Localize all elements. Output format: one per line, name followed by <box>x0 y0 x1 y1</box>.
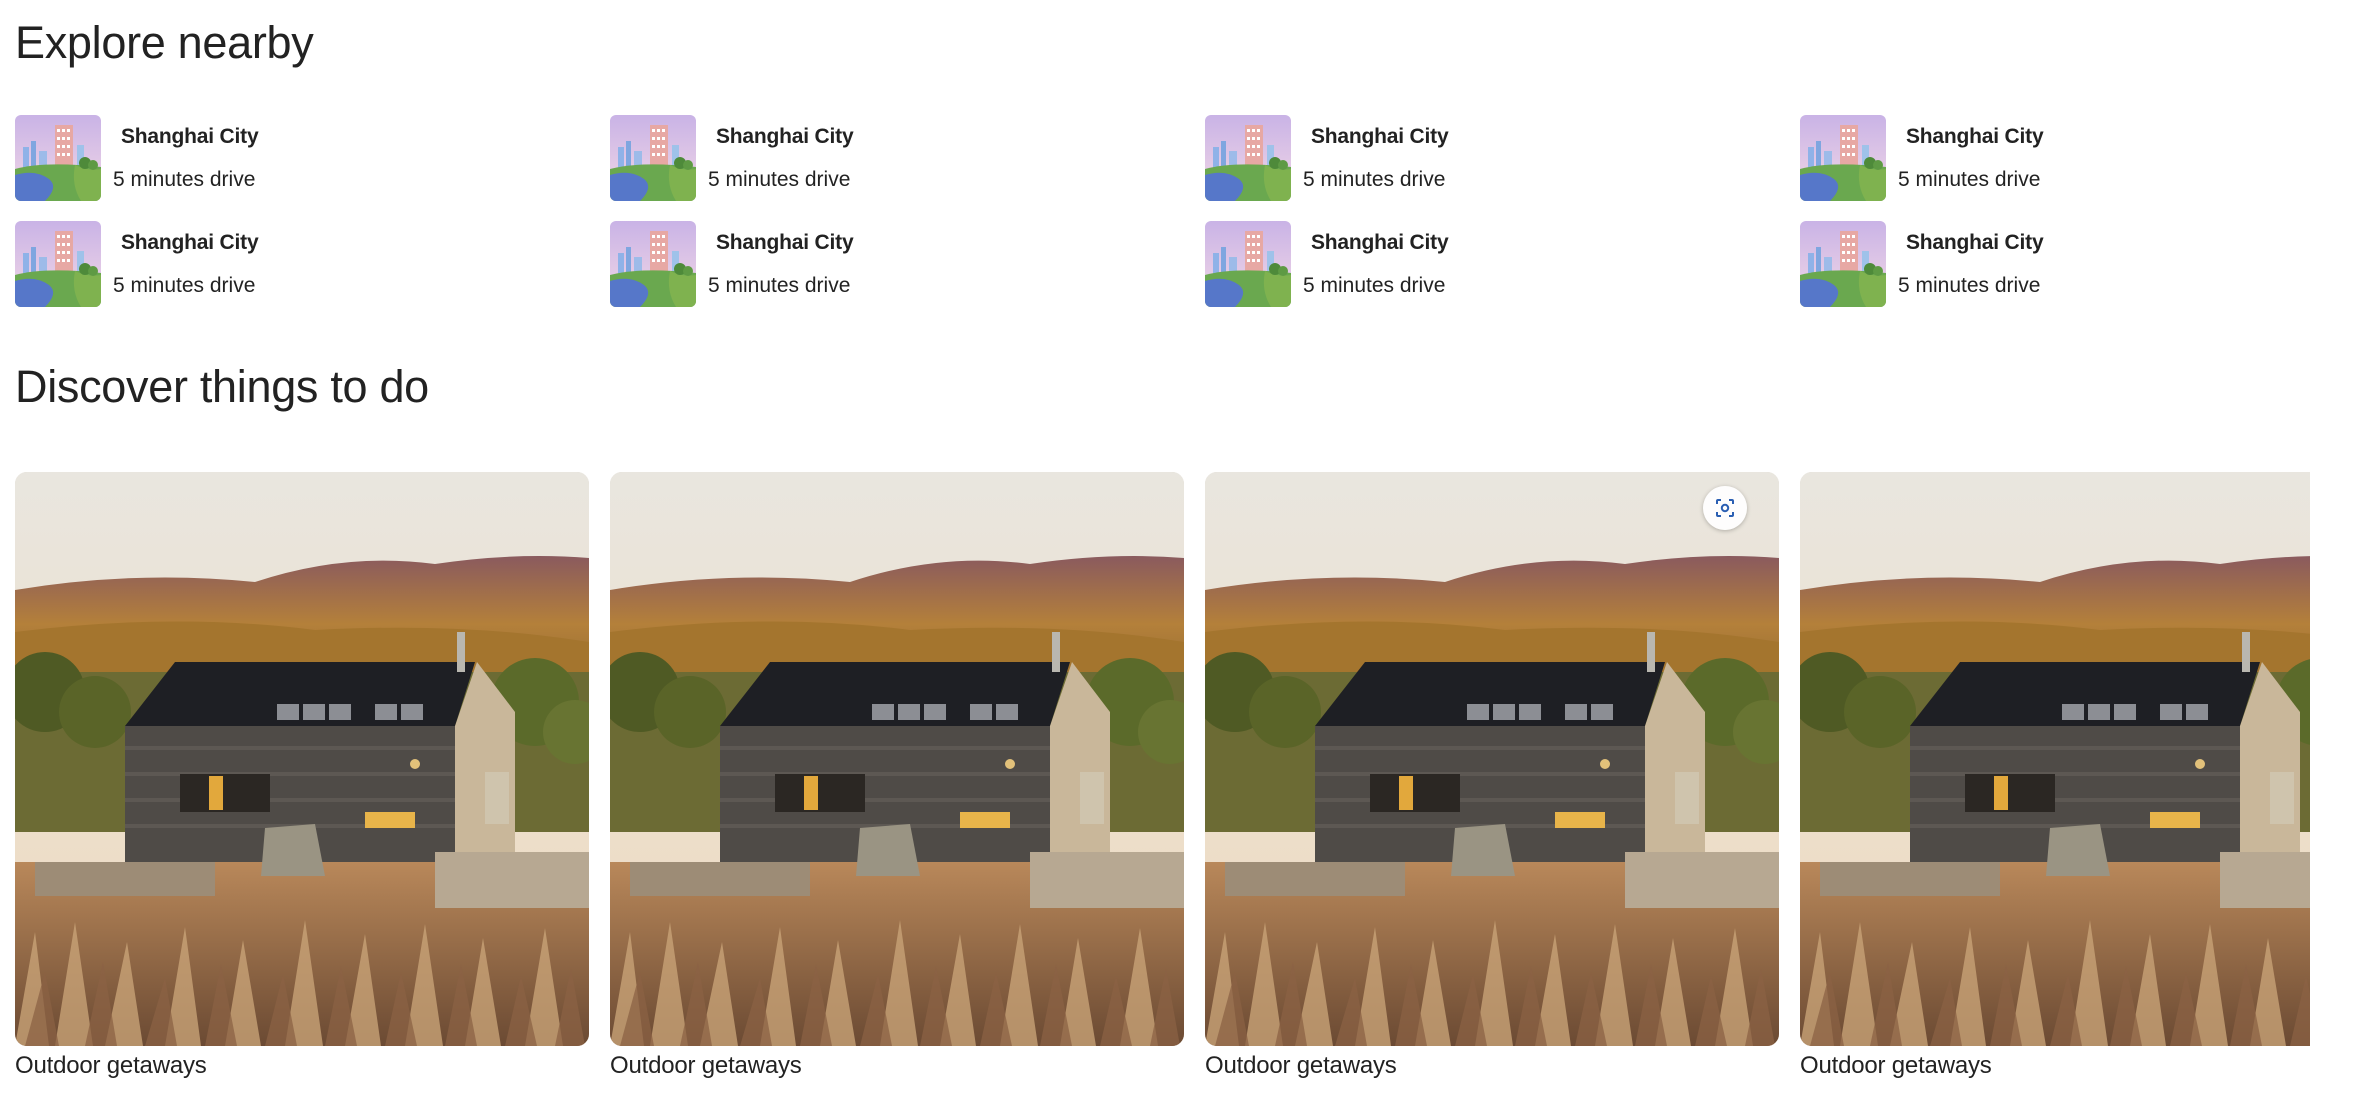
nearby-item[interactable]: Shanghai City 5 minutes drive <box>1800 221 2360 307</box>
city-thumbnail <box>610 221 696 307</box>
discover-cards-row: Outdoor getaways Outdoor getaways Outdoo… <box>15 472 2315 1093</box>
nearby-drive-time: 5 minutes drive <box>1303 274 1446 297</box>
card-image <box>15 472 589 1046</box>
nearby-drive-time: 5 minutes drive <box>1898 274 2041 297</box>
nearby-city-name: Shanghai City <box>121 125 259 148</box>
nearby-city-name: Shanghai City <box>1906 125 2044 148</box>
explore-nearby-heading: Explore nearby <box>15 17 314 68</box>
explore-nearby-grid: Shanghai City 5 minutes drive Shanghai C… <box>15 115 2355 307</box>
nearby-item[interactable]: Shanghai City 5 minutes drive <box>15 221 575 307</box>
nearby-item[interactable]: Shanghai City 5 minutes drive <box>610 115 1170 201</box>
nearby-drive-time: 5 minutes drive <box>113 274 256 297</box>
experience-card[interactable]: Outdoor getaways <box>1205 472 1779 1093</box>
card-caption: Outdoor getaways <box>1205 1052 1397 1079</box>
experience-card[interactable]: Outdoor getaways <box>15 472 589 1093</box>
experience-card[interactable]: Outdoor getaways <box>610 472 1184 1093</box>
nearby-city-name: Shanghai City <box>716 125 854 148</box>
nearby-drive-time: 5 minutes drive <box>113 168 256 191</box>
nearby-item[interactable]: Shanghai City 5 minutes drive <box>1205 221 1765 307</box>
nearby-city-name: Shanghai City <box>1311 125 1449 148</box>
card-image <box>1800 472 2310 1046</box>
city-thumbnail <box>1205 221 1291 307</box>
nearby-item[interactable]: Shanghai City 5 minutes drive <box>1800 115 2360 201</box>
nearby-drive-time: 5 minutes drive <box>708 168 851 191</box>
city-thumbnail <box>1800 221 1886 307</box>
card-image <box>1205 472 1779 1046</box>
card-caption: Outdoor getaways <box>1800 1052 1992 1079</box>
nearby-drive-time: 5 minutes drive <box>1898 168 2041 191</box>
nearby-city-name: Shanghai City <box>121 231 259 254</box>
city-thumbnail <box>1205 115 1291 201</box>
nearby-drive-time: 5 minutes drive <box>1303 168 1446 191</box>
nearby-drive-time: 5 minutes drive <box>708 274 851 297</box>
card-caption: Outdoor getaways <box>15 1052 207 1079</box>
nearby-city-name: Shanghai City <box>1906 231 2044 254</box>
nearby-city-name: Shanghai City <box>716 231 854 254</box>
lens-icon <box>1713 496 1737 520</box>
visual-search-button[interactable] <box>1703 486 1747 530</box>
card-image <box>610 472 1184 1046</box>
city-thumbnail <box>610 115 696 201</box>
city-thumbnail <box>15 221 101 307</box>
city-thumbnail <box>1800 115 1886 201</box>
discover-things-heading: Discover things to do <box>15 361 429 412</box>
nearby-item[interactable]: Shanghai City 5 minutes drive <box>610 221 1170 307</box>
card-caption: Outdoor getaways <box>610 1052 802 1079</box>
nearby-city-name: Shanghai City <box>1311 231 1449 254</box>
experience-card[interactable]: Outdoor getaways <box>1800 472 2310 1093</box>
nearby-item[interactable]: Shanghai City 5 minutes drive <box>15 115 575 201</box>
nearby-item[interactable]: Shanghai City 5 minutes drive <box>1205 115 1765 201</box>
city-thumbnail <box>15 115 101 201</box>
